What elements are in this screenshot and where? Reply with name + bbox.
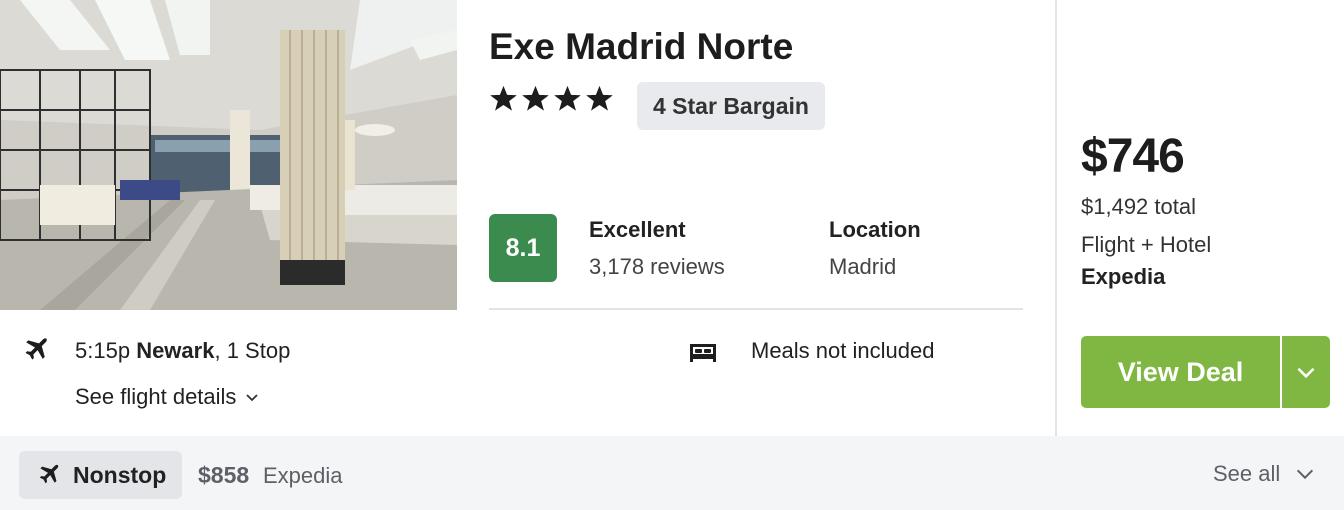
deal-total: $1,492 total [1081,194,1196,219]
meals-info: Meals not included [751,338,935,363]
alternative-deal-strip: Nonstop $858 Expedia See all [0,436,1344,510]
deal-provider: Expedia [1081,264,1166,289]
plane-icon [39,464,59,484]
see-flight-details-label: See flight details [75,384,237,409]
chevron-down-icon [1297,367,1315,379]
view-deal-button-group: View Deal [1081,336,1330,408]
price-column-divider [1055,0,1057,436]
flight-time: 5:15p [75,338,131,363]
location-label: Location [829,217,921,242]
rating-word: Excellent [589,217,686,242]
section-divider [489,308,1023,310]
bed-icon [690,344,716,362]
hotel-name[interactable]: Exe Madrid Norte [489,26,793,68]
review-count: 3,178 reviews [589,254,725,279]
deal-package: Flight + Hotel [1081,232,1212,257]
result-card: Exe Madrid Norte 4 Star Bargain 8.1 Exce… [0,0,1344,436]
alt-provider: Expedia [263,463,343,488]
see-all-link[interactable]: See all [1213,461,1316,487]
review-score-badge: 8.1 [489,214,557,282]
see-flight-details-link[interactable]: See flight details [75,384,260,410]
see-all-label: See all [1213,461,1281,486]
more-deals-dropdown[interactable] [1282,336,1330,408]
hotel-lobby-photo [0,0,457,310]
chevron-down-icon [246,394,259,402]
nonstop-filter-chip[interactable]: Nonstop [19,451,182,499]
hotel-photo[interactable] [0,0,457,310]
view-deal-button[interactable]: View Deal [1081,336,1280,408]
plane-icon [25,338,47,360]
alt-price[interactable]: $858 [198,462,249,489]
location-value: Madrid [829,254,897,279]
star-rating [489,84,614,113]
chevron-down-icon [1297,469,1314,480]
deal-price: $746 [1081,130,1185,183]
star-icon [586,85,613,111]
star-icon [554,85,581,111]
flight-summary: 5:15p Newark, 1 Stop [75,338,290,364]
nonstop-label: Nonstop [73,461,167,488]
flight-stops: , 1 Stop [214,338,291,363]
bargain-badge: 4 Star Bargain [637,82,825,130]
flight-airport: Newark [136,338,215,363]
star-icon [490,85,517,111]
star-icon [522,85,549,111]
